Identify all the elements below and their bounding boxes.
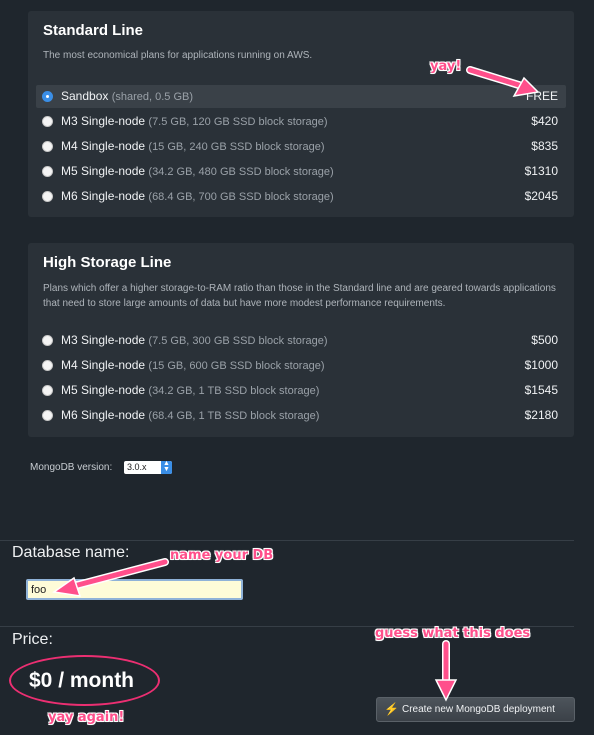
arrow-to-database-input-icon [52,558,169,597]
arrow-to-create-button-icon [434,640,458,702]
arrow-to-free-icon [466,66,540,97]
annotation-arrows [52,66,540,702]
